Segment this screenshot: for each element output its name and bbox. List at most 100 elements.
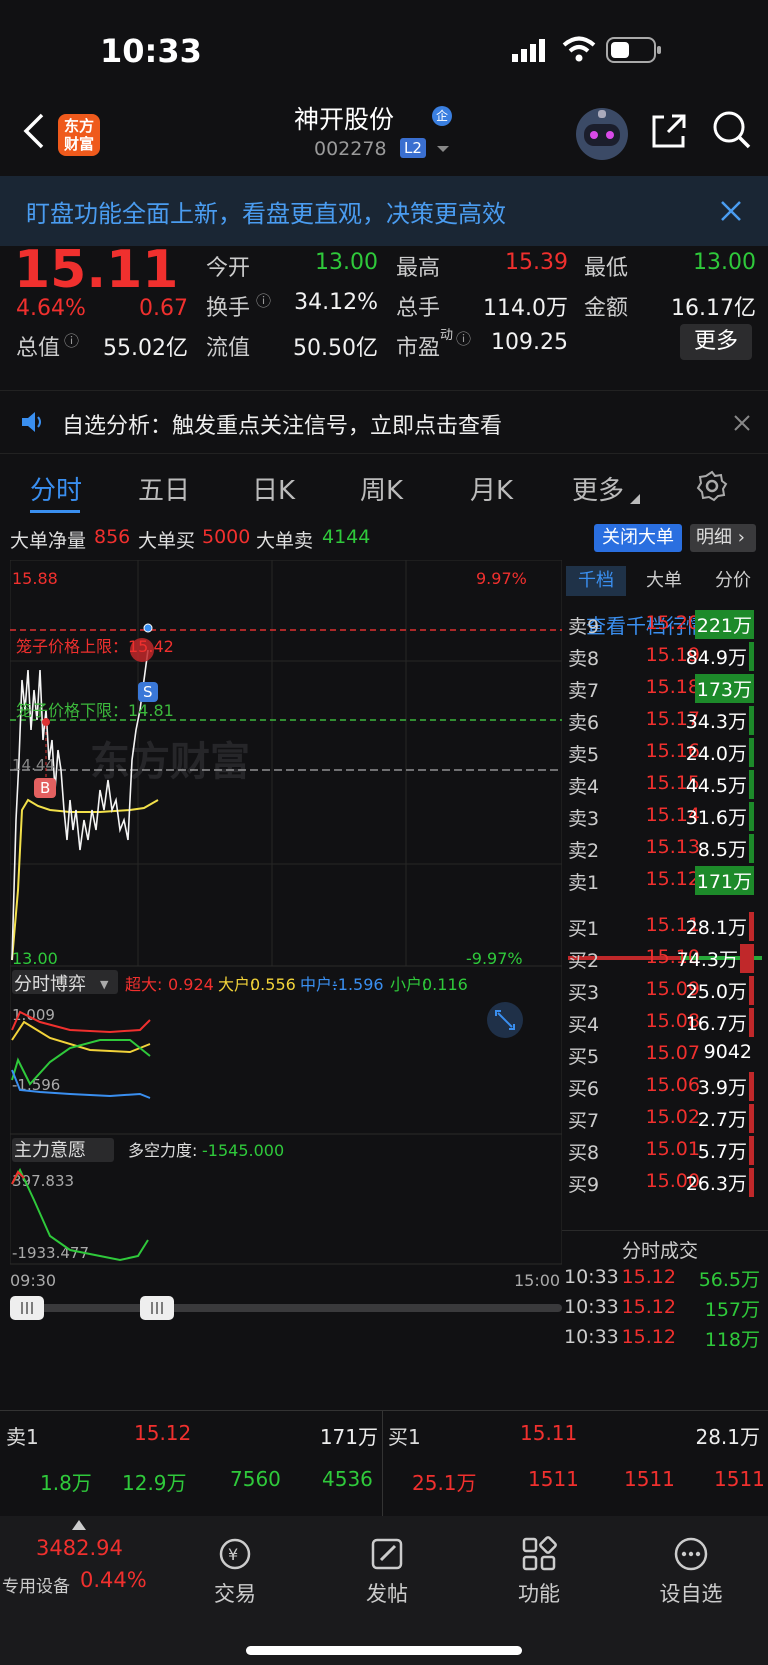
svg-text:▼: ▼ <box>100 978 109 991</box>
force-value: -1545.000 <box>202 1141 284 1160</box>
bid-price: 15.02 <box>645 1106 700 1128</box>
ask-row[interactable]: 卖4 15.15 44.5万 <box>568 768 768 802</box>
tab-add-watchlist[interactable]: 设自选 <box>646 1536 736 1608</box>
depth-tab-price[interactable]: 分价 <box>700 566 766 596</box>
bid-volume: 28.1万 <box>684 912 754 941</box>
ask-row[interactable]: 卖9 15.20 221万 <box>568 608 768 642</box>
ask-row[interactable]: 卖2 15.13 8.5万 <box>568 832 768 866</box>
detail-label: 明细 <box>696 527 732 548</box>
trades-label[interactable]: 分时成交 <box>622 1236 698 1263</box>
close-icon[interactable] <box>734 415 750 431</box>
bid-row[interactable]: 买2 15.10 74.3万 <box>568 942 768 976</box>
high-label: 最高 <box>396 256 441 281</box>
depth-tab-1000[interactable]: 千档 <box>566 566 626 596</box>
turnover-label: 换手 <box>206 296 251 321</box>
buy-queue-cell: 25.1万 <box>412 1471 477 1495</box>
bid-row[interactable]: 买5 15.07 9042 <box>568 1038 768 1072</box>
ask-level-label: 卖8 <box>568 648 600 670</box>
tab-post[interactable]: 发帖 <box>342 1536 432 1608</box>
high-value: 15.39 <box>505 250 568 275</box>
ask-level-label: 卖4 <box>568 776 600 798</box>
info-icon[interactable]: ⓘ <box>64 330 79 351</box>
ask-row[interactable]: 卖5 15.16 24.0万 <box>568 736 768 770</box>
trade-row: 10:33 15.12 157万 <box>564 1292 764 1326</box>
ask-row[interactable]: 卖7 15.18 173万 <box>568 672 768 706</box>
open-value: 13.00 <box>315 250 378 275</box>
mid-price-label: 14.44 <box>12 756 55 774</box>
svg-text:¥: ¥ <box>228 1545 238 1564</box>
bid-row[interactable]: 买8 15.01 5.7万 <box>568 1134 768 1168</box>
level2-badge[interactable]: L2 <box>400 138 426 158</box>
ask-row[interactable]: 卖6 15.17 34.3万 <box>568 704 768 738</box>
amount-value: 16.17亿 <box>671 296 756 321</box>
will-label: 主力意愿 <box>14 1140 86 1161</box>
close-big-order-button[interactable]: 关闭大单 <box>594 524 682 552</box>
robot-assistant-icon[interactable] <box>574 106 630 162</box>
ask-level-label: 卖3 <box>568 808 600 830</box>
big-value: 0.556 <box>250 975 296 994</box>
speaker-icon <box>22 412 41 432</box>
share-icon[interactable] <box>650 112 688 150</box>
top-price-label: 15.88 <box>12 569 58 588</box>
info-icon[interactable]: ⓘ <box>456 328 471 349</box>
buy-label: 大单买 <box>138 530 196 552</box>
gear-icon[interactable] <box>696 470 728 502</box>
tab-more[interactable]: 更多 <box>572 470 624 507</box>
depth-tab-big[interactable]: 大单 <box>634 566 694 596</box>
tab-active-underline <box>30 510 80 513</box>
tab-watch-label: 设自选 <box>659 1582 723 1606</box>
big-order-bar: 大单净量 856 大单买 5000 大单卖 4144 关闭大单 明细 › <box>0 518 768 560</box>
tab-intraday[interactable]: 分时 <box>30 470 82 507</box>
ask-row[interactable]: 卖8 15.19 84.9万 <box>568 640 768 674</box>
bid-row[interactable]: 买7 15.02 2.7万 <box>568 1102 768 1136</box>
chevron-down-icon[interactable] <box>436 144 450 154</box>
ask-volume: 34.3万 <box>684 706 754 735</box>
pe-value: 109.25 <box>491 330 568 355</box>
price-line <box>11 649 149 961</box>
index-ticker[interactable]: 3482.94 专用设备 0.44% <box>0 1516 160 1626</box>
bid-volume: 3.9万 <box>696 1072 754 1101</box>
back-icon[interactable] <box>22 112 46 150</box>
detail-button[interactable]: 明细 › <box>690 524 756 552</box>
triangle-icon <box>630 494 640 504</box>
tab-weekly-k[interactable]: 周K <box>360 470 403 507</box>
tab-five-day[interactable]: 五日 <box>138 470 190 507</box>
tab-daily-k[interactable]: 日K <box>252 470 295 507</box>
eastmoney-logo[interactable]: 东方财富 <box>58 114 100 156</box>
ask-row[interactable]: 卖1 15.12 171万 <box>568 864 768 898</box>
will-bottom-label: -1933.477 <box>12 1244 89 1262</box>
sector-label: 专用设备 <box>2 1577 70 1597</box>
bid-price: 15.07 <box>645 1042 700 1064</box>
tab-monthly-k[interactable]: 月K <box>470 470 513 507</box>
trade-volume: 157万 <box>704 1299 760 1321</box>
search-icon[interactable] <box>712 110 752 150</box>
bottom-tab-bar: 3482.94 专用设备 0.44% ¥ 交易 发帖 功能 设自选 <box>0 1516 768 1665</box>
bid-row[interactable]: 买9 15.00 26.3万 <box>568 1166 768 1200</box>
bottom-buy-label: 买1 <box>388 1425 421 1449</box>
info-icon[interactable]: ⓘ <box>256 290 271 311</box>
tab-function[interactable]: 功能 <box>494 1536 584 1608</box>
ask-volume: 84.9万 <box>684 642 754 671</box>
intraday-chart-svg[interactable]: 东方财富 B S 15.88 9.97% 笼子价格上限：15.42 笼子价格下限… <box>9 559 563 1410</box>
super-label: 超大: <box>125 975 162 994</box>
tab-trade[interactable]: ¥ 交易 <box>190 1536 280 1608</box>
more-button[interactable]: 更多 <box>680 324 752 360</box>
sell-queue-cell: 12.9万 <box>122 1471 187 1495</box>
bid-row[interactable]: 买4 15.08 16.7万 <box>568 1006 768 1040</box>
chart-area[interactable]: 东方财富 B S 15.88 9.97% 笼子价格上限：15.42 笼子价格下限… <box>9 559 563 1410</box>
upper-limit-label: 笼子价格上限：15.42 <box>16 637 174 656</box>
promo-banner[interactable]: 盯盘功能全面上新，看盘更直观，决策更高效 <box>0 176 768 246</box>
change-pct: 4.64% <box>16 296 86 321</box>
close-icon[interactable] <box>720 200 742 222</box>
bid-level-label: 买1 <box>568 918 600 940</box>
bid-row[interactable]: 买1 15.11 28.1万 <box>568 910 768 944</box>
bid-row[interactable]: 买6 15.06 3.9万 <box>568 1070 768 1104</box>
ask-row[interactable]: 卖3 15.14 31.6万 <box>568 800 768 834</box>
ask-volume: 173万 <box>694 674 754 703</box>
bid-level-label: 买3 <box>568 982 600 1004</box>
bid-row[interactable]: 买3 15.09 25.0万 <box>568 974 768 1008</box>
notice-bar[interactable]: 自选分析：触发重点关注信号，立即点击查看 <box>0 390 768 454</box>
range-slider-track[interactable] <box>10 1304 562 1312</box>
bid-volume: 25.0万 <box>684 976 754 1005</box>
float-label: 流值 <box>206 336 251 361</box>
